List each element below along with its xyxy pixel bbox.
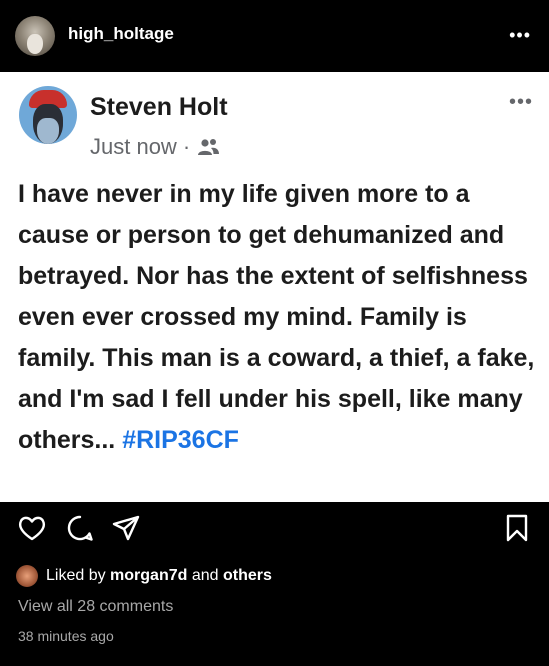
more-options-icon[interactable]: ••• (509, 26, 531, 44)
comment-icon[interactable] (64, 512, 96, 544)
post-header: high_holtage ••• (0, 0, 549, 72)
liked-others[interactable]: others (223, 567, 272, 585)
likes-summary[interactable]: Liked by morgan7d and others (16, 564, 272, 588)
post-time: 38 minutes ago (18, 628, 114, 644)
post-meta: Just now · (90, 134, 220, 160)
meta-separator: · (182, 134, 191, 159)
liker-avatar (16, 565, 38, 587)
liked-by-label: Liked by (46, 567, 106, 584)
bookmark-icon[interactable] (501, 512, 533, 544)
post-text: I have never in my life given more to a … (18, 180, 535, 454)
friends-icon (198, 139, 220, 155)
user-avatar[interactable] (15, 16, 55, 56)
hashtag: #RIP36CF (122, 426, 239, 454)
author-avatar (19, 86, 77, 144)
author-name: Steven Holt (90, 93, 228, 121)
post-body: I have never in my life given more to a … (18, 174, 538, 461)
liked-by-user[interactable]: morgan7d (110, 567, 187, 585)
share-icon[interactable] (110, 512, 142, 544)
heart-icon[interactable] (16, 512, 48, 544)
fb-more-icon: ••• (508, 91, 533, 113)
liked-and: and (191, 567, 219, 584)
view-all-comments-link[interactable]: View all 28 comments (18, 598, 173, 616)
username[interactable]: high_holtage (68, 24, 174, 44)
post-timestamp: Just now (90, 134, 177, 159)
